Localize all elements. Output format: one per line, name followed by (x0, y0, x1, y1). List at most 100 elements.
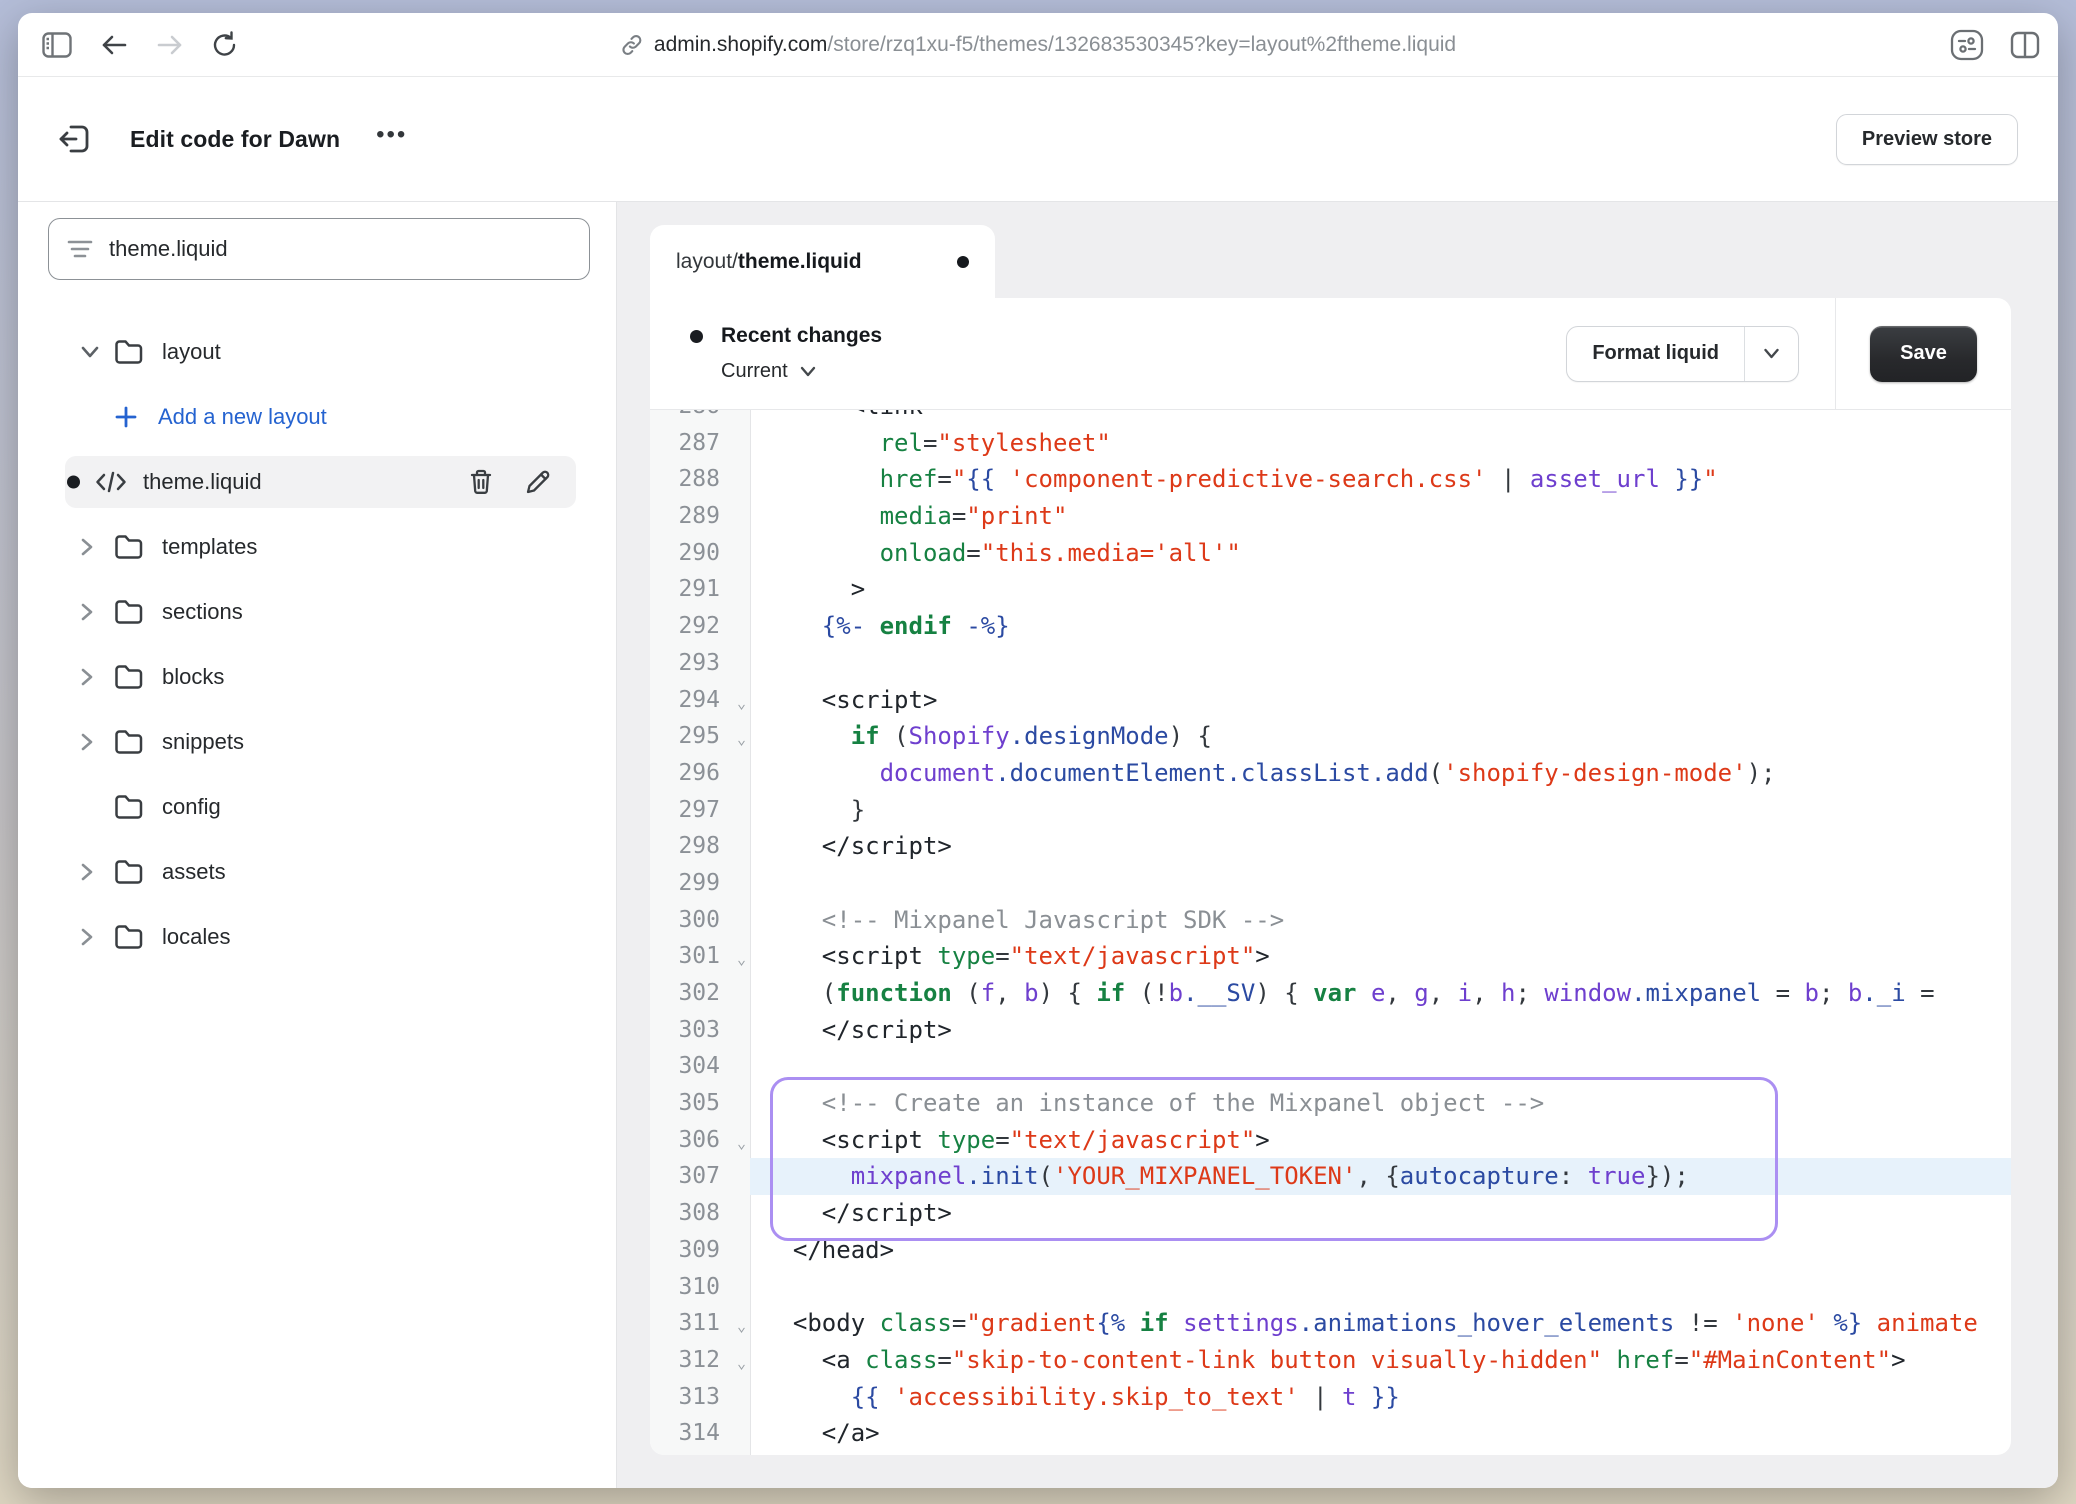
code-line-306[interactable]: 306⌄ <script type="text/javascript"> (650, 1122, 2011, 1159)
reload-icon[interactable] (212, 31, 238, 59)
code-line-310[interactable]: 310 (650, 1269, 2011, 1306)
line-number: 303 (650, 1012, 750, 1049)
sidebar-folder-locales[interactable]: locales (48, 911, 590, 963)
code-text: {{ 'accessibility.skip_to_text' | t }} (750, 1379, 2011, 1416)
line-number: 311⌄ (650, 1305, 750, 1342)
sidebar-folder-sections[interactable]: sections (48, 586, 590, 638)
filter-icon (67, 238, 93, 260)
code-line-313[interactable]: 313 {{ 'accessibility.skip_to_text' | t … (650, 1379, 2011, 1416)
split-view-icon[interactable] (2010, 31, 2040, 59)
code-line-288[interactable]: 288 href="{{ 'component-predictive-searc… (650, 461, 2011, 498)
tab-label: layout/theme.liquid (676, 250, 862, 274)
code-text (750, 1269, 2011, 1306)
line-number: 295⌄ (650, 718, 750, 755)
chevron-down-icon[interactable] (80, 345, 114, 359)
code-line-307[interactable]: 307 mixpanel.init('YOUR_MIXPANEL_TOKEN',… (650, 1158, 2011, 1195)
delete-file-icon[interactable] (468, 468, 494, 496)
fold-chevron-icon[interactable]: ⌄ (737, 685, 746, 722)
editor-toolbar: Recent changes Current Format liquid (650, 298, 2011, 410)
chevron-right-icon[interactable] (80, 862, 114, 882)
code-text (750, 1048, 2011, 1085)
code-line-295[interactable]: 295⌄ if (Shopify.designMode) { (650, 718, 2011, 755)
line-number: 305 (650, 1085, 750, 1122)
file-search[interactable] (48, 218, 590, 280)
plus-icon (114, 405, 138, 429)
code-line-299[interactable]: 299 (650, 865, 2011, 902)
code-line-303[interactable]: 303 </script> (650, 1012, 2011, 1049)
code-line-311[interactable]: 311⌄ <body class="gradient{% if settings… (650, 1305, 2011, 1342)
code-line-308[interactable]: 308 </script> (650, 1195, 2011, 1232)
save-button[interactable]: Save (1870, 326, 1977, 382)
code-line-289[interactable]: 289 media="print" (650, 498, 2011, 535)
code-line-292[interactable]: 292 {%- endif -%} (650, 608, 2011, 645)
code-text: </head> (750, 1232, 2011, 1269)
chevron-right-icon[interactable] (80, 537, 114, 557)
code-line-304[interactable]: 304 (650, 1048, 2011, 1085)
sidebar-folder-snippets[interactable]: snippets (48, 716, 590, 768)
code-line-294[interactable]: 294⌄ <script> (650, 682, 2011, 719)
line-number: 304 (650, 1048, 750, 1085)
code-line-297[interactable]: 297 } (650, 792, 2011, 829)
chevron-right-icon[interactable] (80, 927, 114, 947)
tab-theme-liquid[interactable]: layout/theme.liquid (650, 225, 995, 299)
code-line-287[interactable]: 287 rel="stylesheet" (650, 425, 2011, 462)
sidebar-toggle-icon[interactable] (42, 32, 72, 58)
sidebar-folder-templates[interactable]: templates (48, 521, 590, 573)
chevron-right-icon[interactable] (80, 732, 114, 752)
format-options-dropdown[interactable] (1744, 327, 1798, 381)
code-line-298[interactable]: 298 </script> (650, 828, 2011, 865)
code-line-309[interactable]: 309 </head> (650, 1232, 2011, 1269)
code-line-300[interactable]: 300 <!-- Mixpanel Javascript SDK --> (650, 902, 2011, 939)
rename-file-icon[interactable] (524, 468, 552, 496)
line-number: 308 (650, 1195, 750, 1232)
more-actions-button[interactable]: ••• (376, 121, 407, 157)
folder-icon (114, 859, 162, 885)
chevron-down-icon (1763, 348, 1780, 359)
code-text: </script> (750, 828, 2011, 865)
sidebar-folder-config[interactable]: config (48, 781, 590, 833)
version-select[interactable]: Current (721, 360, 882, 383)
fold-chevron-icon[interactable]: ⌄ (737, 1125, 746, 1162)
code-line-290[interactable]: 290 onload="this.media='all'" (650, 535, 2011, 572)
code-text: </script> (750, 1012, 2011, 1049)
sidebar-folder-blocks[interactable]: blocks (48, 651, 590, 703)
back-icon[interactable] (100, 33, 128, 57)
format-liquid-button[interactable]: Format liquid (1566, 326, 1799, 382)
code-text: } (750, 792, 2011, 829)
toolbar-divider (1835, 298, 1836, 409)
code-editor[interactable]: 286 <link287 rel="stylesheet"288 href="{… (650, 410, 2011, 1455)
code-line-312[interactable]: 312⌄ <a class="skip-to-content-link butt… (650, 1342, 2011, 1379)
fold-chevron-icon[interactable]: ⌄ (737, 721, 746, 758)
code-line-286[interactable]: 286 <link (650, 410, 2011, 425)
fold-chevron-icon[interactable]: ⌄ (737, 941, 746, 978)
sidebar-folder-layout[interactable]: layout (48, 326, 590, 378)
code-line-291[interactable]: 291 > (650, 571, 2011, 608)
code-line-305[interactable]: 305 <!-- Create an instance of the Mixpa… (650, 1085, 2011, 1122)
forward-icon[interactable] (156, 33, 184, 57)
code-text: <!-- Mixpanel Javascript SDK --> (750, 902, 2011, 939)
code-line-296[interactable]: 296 document.documentElement.classList.a… (650, 755, 2011, 792)
code-text (750, 645, 2011, 682)
chevron-right-icon[interactable] (80, 667, 114, 687)
sidebar-folder-assets[interactable]: assets (48, 846, 590, 898)
format-liquid-label[interactable]: Format liquid (1567, 327, 1744, 381)
preview-store-button[interactable]: Preview store (1836, 114, 2018, 165)
chevron-right-icon[interactable] (80, 602, 114, 622)
code-text: </a> (750, 1415, 2011, 1452)
code-line-301[interactable]: 301⌄ <script type="text/javascript"> (650, 938, 2011, 975)
add-new-layout-button[interactable]: Add a new layout (48, 391, 590, 443)
search-input[interactable] (109, 236, 571, 262)
exit-editor-icon[interactable] (58, 122, 92, 156)
editor-main: layout/theme.liquid Recent changes Curre… (617, 202, 2058, 1488)
fold-chevron-icon[interactable]: ⌄ (737, 1345, 746, 1382)
fold-chevron-icon[interactable]: ⌄ (737, 1308, 746, 1345)
address-bar[interactable]: admin.shopify.com/store/rzq1xu-f5/themes… (620, 13, 1456, 76)
line-number: 310 (650, 1269, 750, 1306)
code-text: href="{{ 'component-predictive-search.cs… (750, 461, 2011, 498)
code-line-302[interactable]: 302 (function (f, b) { if (!b.__SV) { va… (650, 975, 2011, 1012)
sidebar-item-theme-liquid[interactable]: theme.liquid (65, 456, 576, 508)
code-line-314[interactable]: 314 </a> (650, 1415, 2011, 1452)
code-line-293[interactable]: 293 (650, 645, 2011, 682)
extensions-icon[interactable] (1950, 29, 1984, 61)
line-number: 300 (650, 902, 750, 939)
